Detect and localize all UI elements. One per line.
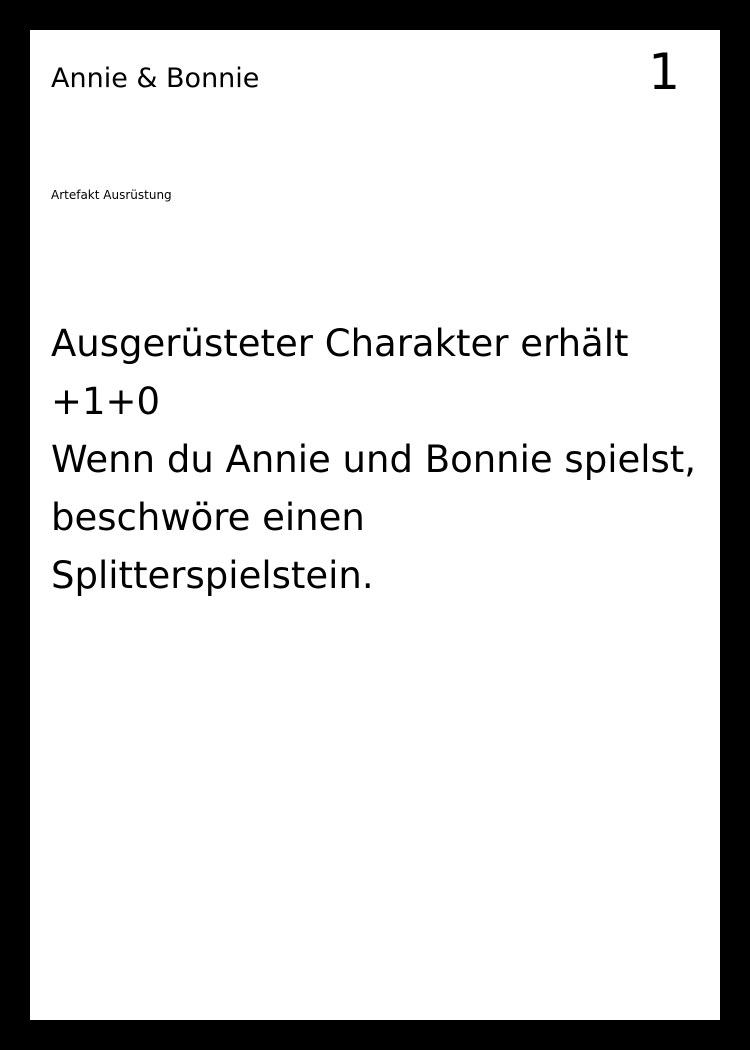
card-rules-text: Ausgerüsteter Charakter erhält +1+0 Wenn… [51, 315, 701, 605]
card-name: Annie & Bonnie [51, 63, 260, 94]
card-text-line: Splitterspielstein. [51, 554, 374, 597]
card-text-line: beschwöre einen [51, 496, 365, 539]
card-text-line: +1+0 [51, 380, 161, 423]
card-type: Artefakt Ausrüstung [51, 188, 172, 202]
card-cost: 1 [648, 43, 680, 101]
card-text-line: Ausgerüsteter Charakter erhält [51, 322, 629, 365]
game-card: Annie & Bonnie 1 Artefakt Ausrüstung Aus… [30, 30, 720, 1020]
card-text-line: Wenn du Annie und Bonnie spielst, [51, 438, 697, 481]
